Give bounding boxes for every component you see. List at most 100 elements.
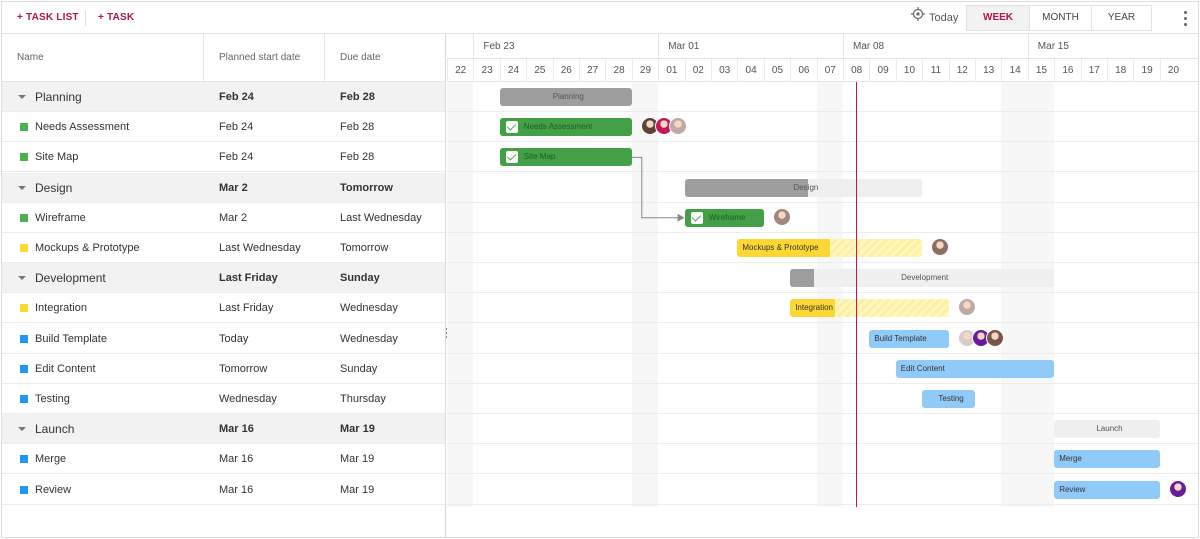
task-color-marker xyxy=(20,213,28,222)
group-row[interactable]: Design Mar 2 Tomorrow xyxy=(2,172,445,203)
collapse-caret-icon[interactable] xyxy=(18,276,26,281)
today-button[interactable]: Today xyxy=(911,2,958,34)
day-header: 04 xyxy=(737,59,763,82)
checkmark-icon[interactable] xyxy=(690,211,703,224)
task-row[interactable]: Integration Last Friday Wednesday xyxy=(2,293,445,324)
avatar[interactable] xyxy=(985,328,1004,347)
avatar[interactable] xyxy=(1168,479,1187,498)
assignee-avatars[interactable] xyxy=(772,207,791,228)
assignee-avatars[interactable] xyxy=(957,298,976,318)
add-task-list-button[interactable]: + TASK LIST xyxy=(17,2,79,34)
collapse-caret-icon[interactable] xyxy=(18,95,26,99)
group-row[interactable]: Development Last Friday Sunday xyxy=(2,263,445,294)
avatar[interactable] xyxy=(668,117,687,136)
group-bar[interactable]: Launch xyxy=(1054,420,1160,439)
due-date: Mar 19 xyxy=(340,453,375,466)
day-header: 26 xyxy=(552,59,579,82)
assignee-avatars[interactable] xyxy=(640,117,687,137)
avatar[interactable] xyxy=(772,207,791,226)
task-name: Site Map xyxy=(35,151,79,164)
day-header: 15 xyxy=(1027,59,1054,82)
day-header: 14 xyxy=(1001,59,1027,82)
assignee-avatars[interactable] xyxy=(931,238,950,258)
task-row[interactable]: Site Map Feb 24 Feb 28 xyxy=(2,142,445,173)
timeline-month-header: Feb 23 Mar 01 Mar 08 Mar 15 xyxy=(447,34,1198,59)
scale-week-button[interactable]: WEEK xyxy=(967,6,1029,30)
planned-start: Tomorrow xyxy=(219,362,268,375)
day-header: 22 xyxy=(447,59,473,82)
timeline-row xyxy=(447,324,1198,354)
task-bar-label: Launch xyxy=(1096,424,1123,434)
task-name: Needs Assessment xyxy=(35,121,130,134)
task-bar[interactable]: Merge xyxy=(1054,450,1160,469)
add-task-button[interactable]: + TASK xyxy=(98,2,134,34)
timeline-row xyxy=(447,203,1198,233)
more-options-icon[interactable] xyxy=(1178,8,1192,28)
assignee-avatars[interactable] xyxy=(1168,479,1187,500)
task-bar[interactable]: Review xyxy=(1054,480,1160,499)
task-bar[interactable]: Mockups & Prototype xyxy=(737,239,923,257)
group-bar[interactable]: Planning xyxy=(499,88,632,106)
collapse-caret-icon[interactable] xyxy=(18,185,26,190)
group-row[interactable]: Planning Feb 24 Feb 28 xyxy=(2,82,445,112)
group-row[interactable]: Launch Mar 16 Mar 19 xyxy=(2,414,445,445)
task-bar[interactable]: Site Map xyxy=(499,148,632,167)
planned-start: Mar 16 xyxy=(219,483,254,496)
task-bar[interactable]: Testing xyxy=(922,390,975,408)
assignee-avatars[interactable] xyxy=(957,328,1004,349)
group-bar[interactable]: Development xyxy=(790,269,1055,288)
task-color-marker xyxy=(20,395,28,403)
day-header: 25 xyxy=(526,59,552,82)
task-name: Design xyxy=(35,180,73,195)
task-row[interactable]: Build Template Today Wednesday xyxy=(2,324,445,354)
collapse-caret-icon[interactable] xyxy=(18,427,26,432)
task-row[interactable]: Review Mar 16 Mar 19 xyxy=(2,475,445,505)
timeline-row xyxy=(447,354,1198,384)
task-row[interactable]: Merge Mar 16 Mar 19 xyxy=(2,444,445,475)
planned-start: Feb 24 xyxy=(219,151,254,164)
day-header: 07 xyxy=(816,59,843,82)
task-color-marker xyxy=(20,334,28,343)
day-header: 16 xyxy=(1054,59,1080,82)
day-header: 24 xyxy=(499,59,526,82)
column-header-name[interactable]: Name xyxy=(2,34,203,82)
day-header: 10 xyxy=(895,59,922,82)
day-header: 12 xyxy=(948,59,975,82)
column-header-due[interactable]: Due date xyxy=(324,34,445,82)
day-header: 02 xyxy=(684,59,711,82)
planned-start: Mar 2 xyxy=(219,211,248,224)
task-bar[interactable]: Integration xyxy=(790,299,949,318)
scale-month-button[interactable]: MONTH xyxy=(1029,6,1091,30)
column-header-start[interactable]: Planned start date xyxy=(203,34,324,82)
scale-year-button[interactable]: YEAR xyxy=(1091,6,1151,30)
planned-start: Last Wednesday xyxy=(219,242,301,254)
group-bar[interactable]: Design xyxy=(684,178,923,197)
task-bar[interactable]: Build Template xyxy=(869,329,949,348)
task-color-marker xyxy=(20,364,28,373)
day-header: 01 xyxy=(658,59,684,82)
day-header: 09 xyxy=(869,59,895,82)
task-color-marker xyxy=(20,244,28,252)
checkmark-icon[interactable] xyxy=(505,151,518,164)
avatar[interactable] xyxy=(931,238,950,256)
planned-start: Last Friday xyxy=(219,272,278,285)
task-color-marker xyxy=(20,304,28,313)
task-bar[interactable]: Needs Assessment xyxy=(499,118,632,137)
avatar[interactable] xyxy=(957,298,976,317)
task-row[interactable]: Testing Wednesday Thursday xyxy=(2,384,445,414)
task-name: Integration xyxy=(35,302,87,315)
task-color-marker xyxy=(20,123,28,132)
due-date: Feb 28 xyxy=(340,151,375,164)
planned-start: Last Friday xyxy=(219,302,274,315)
task-bar-label: Review xyxy=(1059,484,1086,494)
task-bar[interactable]: Edit Content xyxy=(895,359,1055,378)
task-row[interactable]: Edit Content Tomorrow Sunday xyxy=(2,354,445,384)
due-date: Tomorrow xyxy=(340,242,389,254)
due-date: Mar 19 xyxy=(340,423,375,436)
checkmark-icon[interactable] xyxy=(505,121,518,134)
task-row[interactable]: Mockups & Prototype Last Wednesday Tomorro… xyxy=(2,233,445,263)
task-row[interactable]: Wireframe Mar 2 Last Wednesday xyxy=(2,203,445,233)
task-row[interactable]: Needs Assessment Feb 24 Feb 28 xyxy=(2,112,445,143)
task-bar-label: Design xyxy=(793,182,819,192)
task-bar[interactable]: Wireframe xyxy=(684,208,764,227)
